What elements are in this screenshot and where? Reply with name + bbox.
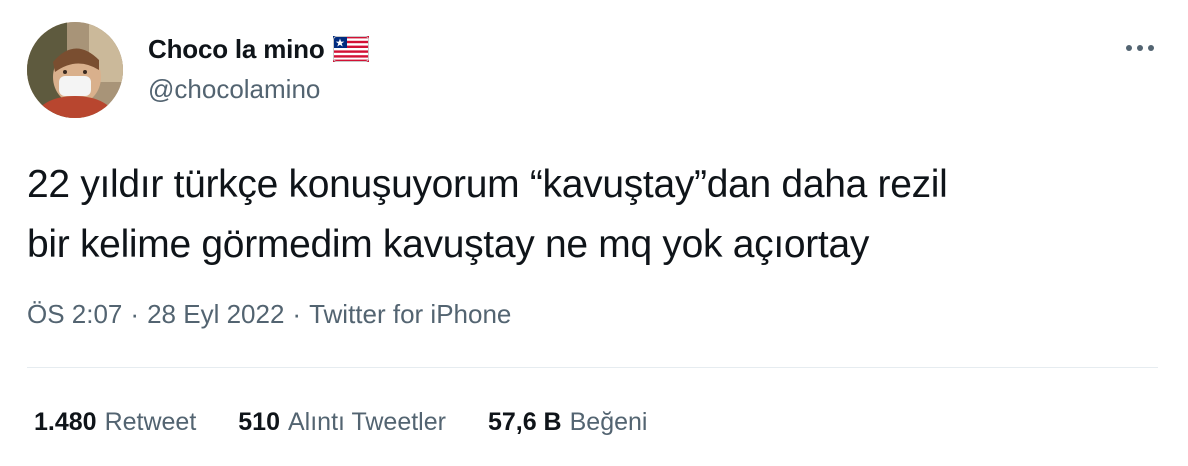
- likes-count: 57,6 B: [487, 407, 562, 436]
- likes-label: Beğeni: [569, 407, 648, 436]
- avatar[interactable]: [27, 22, 123, 118]
- meta-separator: ·: [130, 298, 140, 329]
- tweet-stats: 1.480 Retweet 510 Alıntı Tweetler 57,6 B…: [34, 404, 689, 440]
- retweets-stat[interactable]: 1.480 Retweet: [34, 408, 196, 437]
- user-handle[interactable]: @chocolamino: [148, 74, 320, 105]
- retweets-label: Retweet: [104, 407, 197, 436]
- tweet-source-link[interactable]: Twitter for iPhone: [309, 299, 511, 330]
- display-name-row: Choco la mino: [148, 33, 369, 65]
- display-name[interactable]: Choco la mino: [148, 34, 325, 65]
- avatar-image: [27, 22, 123, 118]
- quote-tweets-stat[interactable]: 510 Alıntı Tweetler: [238, 408, 446, 437]
- divider: [27, 367, 1158, 368]
- tweet-card: Choco la mino @chocolamino 22 yıldır tür…: [0, 0, 1188, 466]
- more-options-button[interactable]: [1120, 30, 1160, 66]
- likes-stat[interactable]: 57,6 B Beğeni: [488, 408, 648, 437]
- tweet-text: 22 yıldır türkçe konuşuyorum “kavuştay”d…: [27, 163, 948, 266]
- tweet-date-link[interactable]: 28 Eyl 2022: [147, 299, 284, 330]
- retweets-count: 1.480: [34, 407, 97, 436]
- meta-separator: ·: [292, 298, 302, 329]
- quote-tweets-label: Alıntı Tweetler: [288, 407, 446, 436]
- more-dots-icon: [1126, 45, 1154, 51]
- liberia-flag-icon: [332, 36, 369, 62]
- quote-tweets-count: 510: [238, 407, 280, 436]
- tweet-time-link[interactable]: ÖS 2:07: [27, 299, 122, 330]
- tweet-metadata: ÖS 2:07 · 28 Eyl 2022 · Twitter for iPho…: [27, 296, 511, 332]
